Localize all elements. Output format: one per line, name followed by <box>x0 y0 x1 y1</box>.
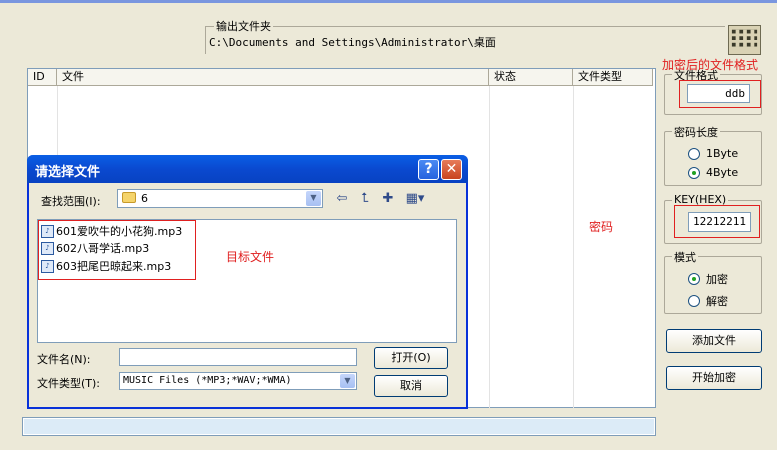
radio-decrypt-label: 解密 <box>706 295 728 308</box>
help-icon[interactable]: ? <box>418 159 439 180</box>
open-file-dialog: 请选择文件 ? ✕ 查找范围(I): 6 ▼ ⇦ ⮤ ✚ ▦▾ ♪ 601爱吹牛… <box>27 155 468 409</box>
radio-encrypt-label: 加密 <box>706 273 728 286</box>
radio-decrypt[interactable]: 解密 <box>688 293 728 309</box>
radio-encrypt-indicator[interactable] <box>688 273 700 285</box>
filetype-value: MUSIC Files (*MP3;*WAV;*WMA) <box>123 375 292 386</box>
back-arrow-icon[interactable]: ⇦ <box>333 191 351 207</box>
radio-1byte[interactable]: 1Byte <box>688 147 738 160</box>
start-encrypt-button[interactable]: 开始加密 <box>666 366 762 390</box>
dialog-file-list[interactable]: ♪ 601爱吹牛的小花狗.mp3 ♪ 602八哥学话.mp3 ♪ 603把尾巴晾… <box>37 219 457 343</box>
radio-1byte-indicator[interactable] <box>688 147 700 160</box>
chevron-down-icon[interactable]: ▼ <box>340 374 355 388</box>
radio-4byte-indicator[interactable] <box>688 166 700 179</box>
up-folder-icon[interactable]: ⮤ <box>356 191 374 207</box>
radio-4byte-label: 4Byte <box>706 166 739 179</box>
dialog-titlebar[interactable]: 请选择文件 ? ✕ <box>27 155 468 183</box>
radio-4byte[interactable]: 4Byte <box>688 166 738 179</box>
cancel-button[interactable]: 取消 <box>374 375 448 397</box>
annotation-format: 加密后的文件格式 <box>662 58 759 72</box>
top-strip <box>0 0 777 3</box>
filetype-label: 文件类型(T): <box>37 377 101 390</box>
app-logo-icon <box>728 25 761 55</box>
column-header-status[interactable]: 状态 <box>489 69 573 86</box>
key-length-legend: 密码长度 <box>672 124 720 140</box>
column-header-file[interactable]: 文件 <box>57 69 489 86</box>
new-folder-icon[interactable]: ✚ <box>379 191 397 207</box>
annotation-box-files <box>38 220 196 280</box>
annotation-target-files: 目标文件 <box>226 250 275 264</box>
column-header-filetype[interactable]: 文件类型 <box>573 69 653 86</box>
output-folder-legend: 输出文件夹 <box>214 18 273 34</box>
annotation-password: 密码 <box>589 220 614 234</box>
folder-icon <box>122 192 136 203</box>
mode-legend: 模式 <box>672 249 698 265</box>
close-icon[interactable]: ✕ <box>441 159 462 180</box>
radio-1byte-label: 1Byte <box>706 147 739 160</box>
status-bar <box>22 417 656 436</box>
radio-decrypt-indicator[interactable] <box>688 295 700 307</box>
open-button[interactable]: 打开(O) <box>374 347 448 369</box>
annotation-box-key <box>674 205 760 238</box>
main-window: 输出文件夹 C:\Documents and Settings\Administ… <box>0 0 777 450</box>
dialog-title: 请选择文件 <box>35 165 101 180</box>
filename-input[interactable] <box>119 348 357 366</box>
column-divider <box>489 86 490 408</box>
filetype-combo[interactable]: MUSIC Files (*MP3;*WAV;*WMA) ▼ <box>119 372 357 390</box>
look-in-combo[interactable]: 6 ▼ <box>117 189 323 208</box>
look-in-value: 6 <box>141 192 148 205</box>
filename-label: 文件名(N): <box>37 353 91 366</box>
status-bar-fill <box>24 419 654 434</box>
output-folder-path: C:\Documents and Settings\Administrator\… <box>209 36 496 49</box>
column-header-id[interactable]: ID <box>28 69 57 86</box>
column-divider <box>573 86 574 408</box>
look-in-label: 查找范围(I): <box>41 195 101 208</box>
radio-encrypt[interactable]: 加密 <box>688 271 728 287</box>
add-file-button[interactable]: 添加文件 <box>666 329 762 353</box>
annotation-box-format <box>679 80 761 108</box>
list-header: ID 文件 状态 文件类型 <box>28 69 655 86</box>
chevron-down-icon[interactable]: ▼ <box>306 191 321 206</box>
view-menu-icon[interactable]: ▦▾ <box>403 191 427 207</box>
